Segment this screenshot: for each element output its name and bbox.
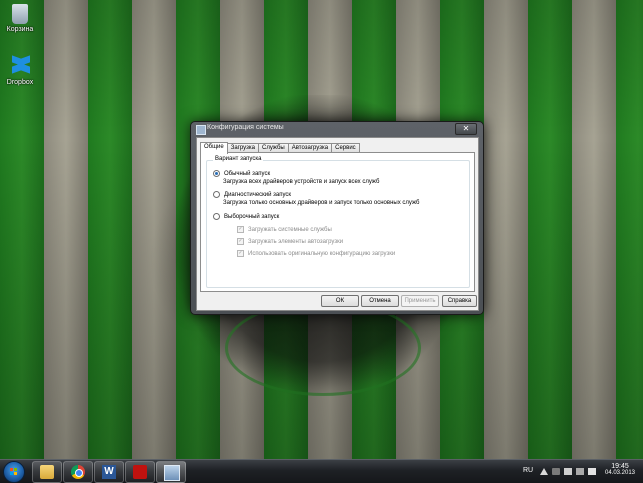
tab-general[interactable]: Общие — [200, 142, 228, 154]
group-title: Вариант запуска — [213, 156, 264, 162]
radio-button[interactable] — [213, 213, 220, 220]
checkbox[interactable]: ✓ — [237, 238, 244, 245]
cancel-button[interactable]: Отмена — [361, 295, 399, 307]
action-center-flag-icon[interactable] — [552, 468, 560, 475]
recycle-bin-icon — [12, 4, 28, 24]
startup-selection-group: Вариант запуска Обычный запуск Загрузка … — [206, 156, 470, 288]
power-icon[interactable] — [576, 468, 584, 475]
checkbox-label: Загружать системные службы — [248, 226, 332, 233]
radio-diagnostic-startup[interactable]: Диагностический запуск — [213, 191, 291, 198]
desktop-icon-label: Dropbox — [6, 79, 34, 86]
clock-time: 19:45 — [611, 463, 629, 470]
explorer-icon — [40, 465, 54, 479]
msconfig-icon — [164, 465, 180, 481]
volume-icon[interactable] — [588, 468, 596, 475]
dialog-client-area: Общие Загрузка Службы Автозагрузка Серви… — [196, 137, 479, 311]
checkbox[interactable]: ✓ — [237, 250, 244, 257]
taskbar-msconfig[interactable] — [156, 461, 186, 483]
close-button[interactable]: ✕ — [455, 123, 477, 135]
checkbox-label: Использовать оригинальную конфигурацию з… — [248, 250, 396, 257]
windows-logo-icon — [10, 468, 18, 476]
radio-label: Диагностический запуск — [224, 191, 292, 198]
system-clock[interactable]: 19:45 04.03.2013 — [600, 463, 640, 476]
radio-normal-startup[interactable]: Обычный запуск — [213, 170, 270, 177]
checkbox-load-startup-items[interactable]: ✓ Загружать элементы автозагрузки — [237, 238, 343, 245]
word-icon: W — [102, 465, 116, 479]
ok-button[interactable]: ОК — [321, 295, 359, 307]
taskbar: W RU 19:45 04.03.2013 — [0, 459, 643, 483]
desktop-icon-dropbox[interactable]: Dropbox — [0, 55, 40, 86]
checkbox-label: Загружать элементы автозагрузки — [248, 238, 344, 245]
dropbox-icon — [9, 55, 31, 77]
radio-selective-startup[interactable]: Выборочный запуск — [213, 213, 279, 220]
language-indicator[interactable]: RU — [523, 467, 533, 474]
taskbar-explorer[interactable] — [32, 461, 62, 483]
taskbar-word[interactable]: W — [94, 461, 124, 483]
help-button[interactable]: Справка — [442, 295, 477, 307]
option-description: Загрузка всех драйверов устройств и запу… — [223, 179, 380, 185]
checkbox[interactable]: ✓ — [237, 226, 244, 233]
desktop-icon-label: Корзина — [6, 26, 34, 33]
network-icon[interactable] — [564, 468, 572, 475]
acrobat-icon — [133, 465, 147, 479]
start-button[interactable] — [3, 461, 25, 483]
clock-date: 04.03.2013 — [604, 470, 636, 476]
tab-panel-general: Вариант запуска Обычный запуск Загрузка … — [200, 152, 475, 292]
show-hidden-icons-icon[interactable] — [540, 468, 548, 475]
checkbox-use-original-boot-config[interactable]: ✓ Использовать оригинальную конфигурацию… — [237, 250, 395, 257]
radio-label: Обычный запуск — [224, 170, 271, 177]
checkbox-load-system-services[interactable]: ✓ Загружать системные службы — [237, 226, 332, 233]
chrome-icon — [71, 465, 85, 479]
dialog-titlebar[interactable]: Конфигурация системы ✕ — [191, 122, 483, 136]
apply-button[interactable]: Применить — [401, 295, 439, 307]
radio-label: Выборочный запуск — [224, 213, 280, 220]
radio-button[interactable] — [213, 170, 220, 177]
option-description: Загрузка только основных драйверов и зап… — [223, 200, 420, 206]
radio-button[interactable] — [213, 191, 220, 198]
dialog-title: Конфигурация системы — [207, 124, 284, 131]
system-configuration-dialog: Конфигурация системы ✕ Общие Загрузка Сл… — [190, 121, 484, 315]
msconfig-icon — [196, 125, 206, 135]
taskbar-chrome[interactable] — [63, 461, 93, 483]
taskbar-acrobat[interactable] — [125, 461, 155, 483]
desktop-icon-recycle-bin[interactable]: Корзина — [0, 4, 40, 33]
